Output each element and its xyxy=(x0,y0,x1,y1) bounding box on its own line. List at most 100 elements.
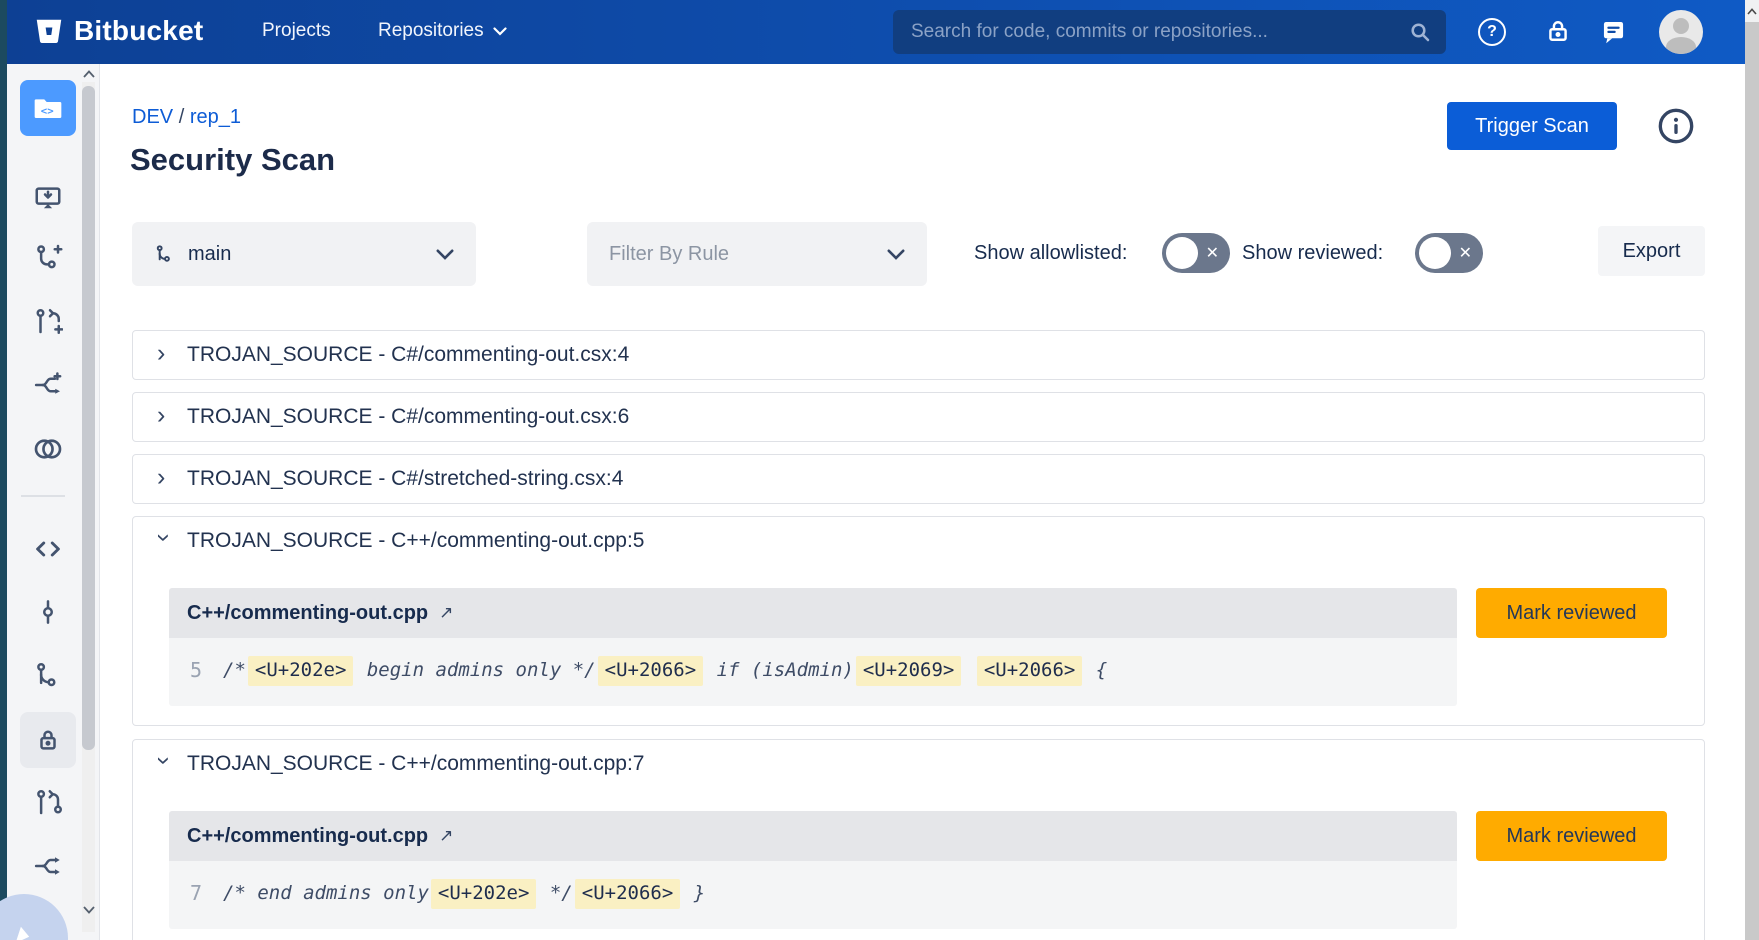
sidebar-scrollbar-thumb[interactable] xyxy=(82,86,95,750)
breadcrumb-repo-link[interactable]: rep_1 xyxy=(190,106,241,128)
trigger-scan-button[interactable]: Trigger Scan xyxy=(1447,102,1617,150)
finding-header-toggle[interactable]: › TROJAN_SOURCE - C#/commenting-out.csx:… xyxy=(133,331,1704,379)
bitbucket-logo[interactable]: Bitbucket xyxy=(34,15,203,47)
finding-header-toggle[interactable]: › TROJAN_SOURCE - C#/commenting-out.csx:… xyxy=(133,393,1704,441)
rule-filter-select[interactable]: Filter By Rule xyxy=(587,222,927,286)
lock-icon[interactable] xyxy=(1544,17,1572,45)
search-icon[interactable] xyxy=(1408,20,1432,44)
code-line: 7/* end admins only<U+202e> */<U+2066> } xyxy=(169,861,1457,929)
show-allowlisted-label: Show allowlisted: xyxy=(974,242,1127,265)
finding-card-expanded: › TROJAN_SOURCE - C++/commenting-out.cpp… xyxy=(132,516,1705,726)
show-reviewed-toggle[interactable]: ✕ xyxy=(1415,233,1483,273)
sidebar-item-compare[interactable] xyxy=(20,421,76,477)
page-title: Security Scan xyxy=(130,142,335,178)
chevron-right-icon: › xyxy=(157,403,171,428)
branches-icon xyxy=(33,661,63,691)
sidebar-item-create-branch[interactable] xyxy=(20,230,76,286)
unicode-token: <U+202e> xyxy=(248,656,354,686)
nav-projects[interactable]: Projects xyxy=(262,20,331,42)
feedback-icon[interactable] xyxy=(1600,18,1627,45)
security-lock-icon xyxy=(33,725,63,755)
sidebar-item-pull-requests[interactable] xyxy=(20,775,76,831)
finding-card-expanded: › TROJAN_SOURCE - C++/commenting-out.cpp… xyxy=(132,739,1705,940)
avatar-head xyxy=(1673,18,1689,34)
window-edge-strip xyxy=(0,0,7,940)
sidebar-item-security-scan[interactable] xyxy=(20,712,76,768)
code-line: 5/*<U+202e> begin admins only */<U+2066>… xyxy=(169,638,1457,706)
finding-header-toggle[interactable]: › TROJAN_SOURCE - C#/stretched-string.cs… xyxy=(133,455,1704,503)
toggle-off-icon: ✕ xyxy=(1206,243,1219,263)
unicode-token: <U+202e> xyxy=(431,879,537,909)
help-icon[interactable]: ? xyxy=(1478,18,1506,46)
sidebar-item-source[interactable] xyxy=(20,521,76,577)
help-bubble-icon xyxy=(16,927,32,940)
sidebar-scroll-up-icon[interactable] xyxy=(81,66,96,82)
mark-reviewed-button[interactable]: Mark reviewed xyxy=(1476,811,1667,861)
sidebar-item-create-pull-request[interactable] xyxy=(20,294,76,350)
sidebar-item-forks[interactable] xyxy=(20,838,76,894)
avatar[interactable] xyxy=(1659,10,1703,54)
forks-icon xyxy=(33,851,63,881)
nav-repositories[interactable]: Repositories xyxy=(378,20,507,42)
pull-requests-icon xyxy=(33,788,63,818)
unicode-token: <U+2066> xyxy=(598,656,704,686)
sidebar-item-clone[interactable] xyxy=(20,170,76,226)
create-workflow-icon xyxy=(33,370,63,400)
toggle-knob xyxy=(1419,237,1451,269)
unicode-token: <U+2066> xyxy=(977,656,1083,686)
page-scrollbar[interactable] xyxy=(1745,0,1759,940)
show-reviewed-label: Show reviewed: xyxy=(1242,242,1383,265)
file-link[interactable]: C++/commenting-out.cpp ↗ xyxy=(169,588,1457,638)
breadcrumb-project-link[interactable]: DEV xyxy=(132,106,173,128)
source-code-icon xyxy=(32,533,64,565)
mark-reviewed-button[interactable]: Mark reviewed xyxy=(1476,588,1667,638)
rule-filter-placeholder: Filter By Rule xyxy=(609,243,729,266)
branch-select[interactable]: main xyxy=(132,222,476,286)
compare-icon xyxy=(32,433,64,465)
finding-card: › TROJAN_SOURCE - C#/commenting-out.csx:… xyxy=(132,392,1705,442)
unicode-token: <U+2066> xyxy=(575,879,681,909)
code-snippet: C++/commenting-out.cpp ↗ 5/*<U+202e> beg… xyxy=(169,588,1457,706)
top-navigation-bar: Bitbucket Projects Repositories ? xyxy=(0,0,1745,64)
chevron-down-icon xyxy=(436,249,454,260)
external-link-icon: ↗ xyxy=(439,826,453,846)
sidebar-divider xyxy=(21,495,65,497)
sidebar-item-create-workflow[interactable] xyxy=(20,357,76,413)
export-button[interactable]: Export xyxy=(1598,226,1705,276)
breadcrumb: DEV / rep_1 xyxy=(132,106,241,129)
finding-header-toggle[interactable]: › TROJAN_SOURCE - C++/commenting-out.cpp… xyxy=(133,517,1704,565)
code-folder-icon: <> xyxy=(32,92,64,124)
bitbucket-bucket-icon xyxy=(34,16,64,46)
sidebar-item-source-browser[interactable]: <> xyxy=(20,80,76,136)
info-icon[interactable] xyxy=(1656,106,1696,146)
line-number: 7 xyxy=(169,881,223,906)
create-pull-request-icon xyxy=(33,307,63,337)
finding-header-toggle[interactable]: › TROJAN_SOURCE - C++/commenting-out.cpp… xyxy=(133,740,1704,788)
sidebar-scroll-down-icon[interactable] xyxy=(81,902,96,918)
security-scan-page: DEV / rep_1 Security Scan Trigger Scan m… xyxy=(100,64,1745,940)
sidebar-item-branches[interactable] xyxy=(20,648,76,704)
page-scroll-up-icon[interactable] xyxy=(1745,0,1759,22)
finding-card: › TROJAN_SOURCE - C#/stretched-string.cs… xyxy=(132,454,1705,504)
commits-icon xyxy=(33,597,63,627)
finding-card: › TROJAN_SOURCE - C#/commenting-out.csx:… xyxy=(132,330,1705,380)
finding-title: TROJAN_SOURCE - C++/commenting-out.cpp:7 xyxy=(187,752,645,776)
breadcrumb-separator: / xyxy=(179,106,190,128)
avatar-body xyxy=(1666,37,1696,54)
branch-icon xyxy=(154,244,175,265)
repository-sidebar: <> xyxy=(7,64,100,940)
toggle-knob xyxy=(1166,237,1198,269)
chevron-right-icon: › xyxy=(157,465,171,490)
toggle-off-icon: ✕ xyxy=(1459,243,1472,263)
show-allowlisted-toggle[interactable]: ✕ xyxy=(1162,233,1230,273)
chevron-down-icon: › xyxy=(152,533,177,547)
external-link-icon: ↗ xyxy=(439,603,453,623)
clone-icon xyxy=(33,183,63,213)
branch-select-value: main xyxy=(188,243,231,266)
file-link[interactable]: C++/commenting-out.cpp ↗ xyxy=(169,811,1457,861)
chevron-down-icon xyxy=(493,27,507,36)
brand-name: Bitbucket xyxy=(74,15,203,47)
search-input[interactable] xyxy=(893,10,1446,54)
unicode-token: <U+2069> xyxy=(856,656,962,686)
sidebar-item-commits[interactable] xyxy=(20,584,76,640)
